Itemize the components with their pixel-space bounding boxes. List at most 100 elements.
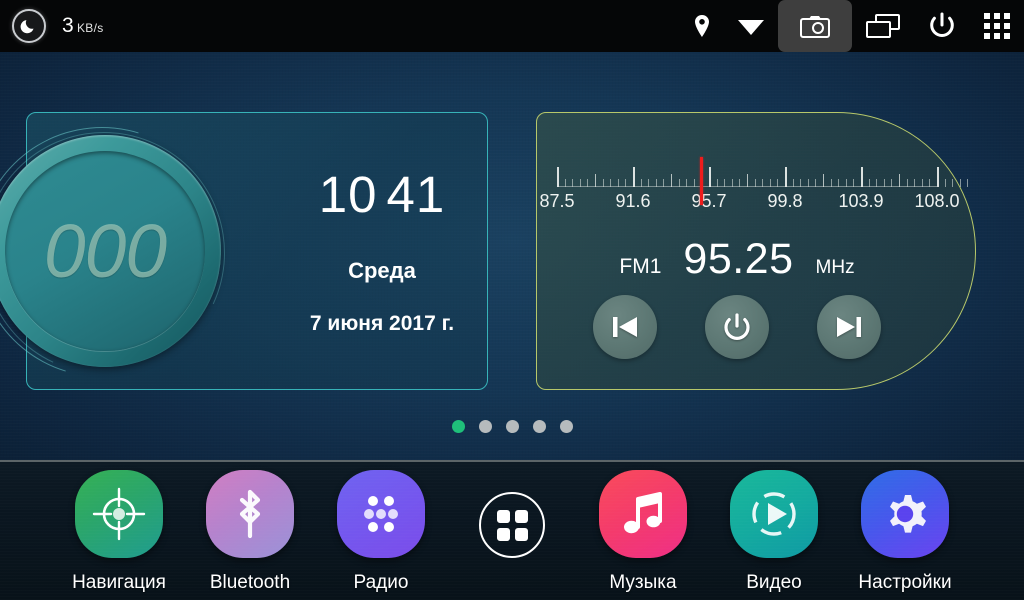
dock: Навигация Bluetooth Радио Музыка Видео Н… [0,460,1024,600]
scale-tick-minor [754,179,756,187]
scale-tick-minor [587,179,589,187]
scale-tick-minor [724,179,726,187]
page-indicator[interactable] [0,420,1024,433]
scale-tick-minor [952,179,954,187]
scale-tick-minor [602,179,604,187]
scale-tick-minor [921,179,923,187]
app-drawer-slot [447,462,578,600]
clock-widget[interactable]: 000 10 41 Среда 7 июня 2017 г. [0,82,488,422]
radio-power-button[interactable] [705,295,769,359]
status-bar: 3 KB/s [0,0,1024,52]
network-speed-value: 3 [62,14,74,37]
radio-tuner-scale[interactable]: 87.5 91.6 95.7 99.8 103.9 108.0 [539,157,969,223]
page-dot[interactable] [451,420,465,433]
radio-frequency: 95.25 [683,235,794,283]
scale-tick-minor [572,179,574,187]
skip-previous-icon [613,317,637,337]
scale-tick-minor [655,179,657,187]
scale-tick-major [785,167,787,187]
radio-prev-button[interactable] [593,295,657,359]
settings-gear-icon [861,470,949,558]
radio-scale-ticks [557,157,969,205]
scale-tick-minor [891,179,893,187]
scale-tick-minor [564,179,566,187]
app-grid-icon[interactable] [970,0,1024,52]
scale-tick-minor [686,179,688,187]
page-dot[interactable] [478,420,492,433]
scale-tick-minor [815,179,817,187]
clock-date: 7 июня 2017 г. [309,311,455,335]
scale-tick-minor [792,179,794,187]
scale-tick-minor [769,179,771,187]
radio-dots-icon [337,470,425,558]
scale-tick-minor [747,174,748,187]
dock-app-radio[interactable]: Радио [316,462,447,600]
moon-icon[interactable] [12,9,46,43]
status-bar-left: 3 KB/s [0,9,104,43]
app-drawer-button[interactable] [479,492,545,558]
scale-tick-minor [823,174,824,187]
scale-tick-minor [883,179,885,187]
scale-tick-minor [731,179,733,187]
scale-tick-minor [899,174,900,187]
radio-frequency-row: FM1 95.25 MHz [537,235,937,284]
scale-tick-minor [807,179,809,187]
scale-tick-major [937,167,939,187]
wifi-icon[interactable] [724,0,778,52]
scale-tick-minor [693,179,695,187]
scale-label: 91.6 [615,191,651,211]
dock-app-label: Настройки [858,572,952,593]
scale-tick-minor [595,174,596,187]
radio-frequency-unit: MHz [815,257,855,278]
scale-tick-minor [648,179,650,187]
page-dot[interactable] [505,420,519,433]
scale-tick-minor [739,179,741,187]
dock-app-music[interactable]: Музыка [578,462,709,600]
page-dot[interactable] [559,420,573,433]
camera-icon[interactable] [778,0,852,52]
scale-label: 87.5 [539,191,575,211]
power-icon[interactable] [914,0,970,52]
skip-next-icon [837,317,861,337]
clock-weekday: Среда [348,257,416,283]
page-dot[interactable] [532,420,546,433]
scale-tick-minor [617,179,619,187]
home-screen: 3 KB/s 000 10 41 Среда 7 июня 2017 г. 87… [0,0,1024,600]
scale-tick-minor [845,179,847,187]
radio-controls [537,295,937,359]
location-icon[interactable] [680,0,724,52]
scale-tick-minor [579,179,581,187]
radio-scale-labels: 87.5 91.6 95.7 99.8 103.9 108.0 [539,191,959,217]
dock-app-bluetooth[interactable]: Bluetooth [185,462,316,600]
radio-tuner-marker [699,157,703,205]
scale-tick-major [709,167,711,187]
scale-tick-major [861,167,863,187]
scale-tick-minor [625,179,627,187]
scale-tick-minor [868,179,870,187]
scale-tick-minor [610,179,612,187]
recent-apps-icon[interactable] [852,0,914,52]
dock-app-navigation[interactable]: Навигация [54,462,185,600]
scale-label: 95.7 [691,191,727,211]
dock-app-video[interactable]: Видео [709,462,840,600]
power-icon [724,313,750,340]
scale-tick-minor [853,179,855,187]
clock-hours: 10 [318,165,378,223]
scale-tick-minor [716,179,718,187]
radio-next-button[interactable] [817,295,881,359]
scale-tick-major [557,167,559,187]
dock-app-settings[interactable]: Настройки [840,462,971,600]
scale-tick-minor [838,179,840,187]
scale-label: 103.9 [838,191,884,211]
clock-dial: 000 [0,82,272,422]
radio-widget[interactable]: 87.5 91.6 95.7 99.8 103.9 108.0 FM1 95.25 MHz [536,112,976,390]
clock-minutes: 41 [386,165,446,223]
scale-tick-minor [800,179,802,187]
scale-label: 99.8 [767,191,803,211]
scale-tick-minor [663,179,665,187]
scale-tick-minor [671,174,672,187]
dial-value: 000 [43,208,167,293]
scale-tick-minor [959,179,961,187]
network-speed: 3 KB/s [62,14,104,38]
clock-time: 10 41 [319,169,445,220]
